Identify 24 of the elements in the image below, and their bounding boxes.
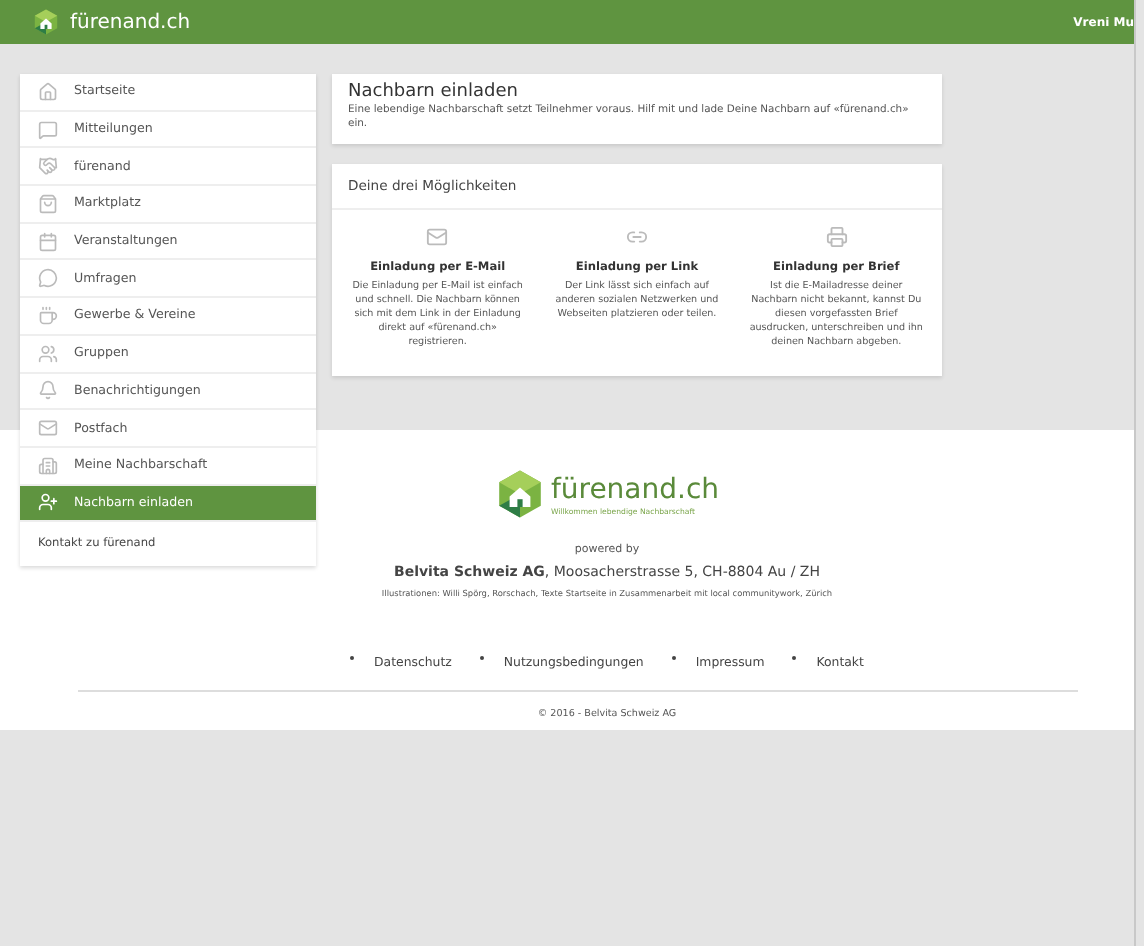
chat-icon [38,268,58,289]
logo-icon [32,8,60,36]
calendar-icon [38,231,58,252]
bullet-icon [792,655,797,660]
logo-text[interactable]: fürenand.ch [70,11,191,33]
footer-logo-text: fürenand.ch [550,473,720,505]
bullet-icon [479,655,484,660]
speech-bubble-icon [38,119,58,140]
bullet-icon [350,655,355,660]
link-icon[interactable] [625,226,648,249]
logo-icon [494,468,547,520]
handshake-icon [38,156,58,177]
buildings-icon [38,455,58,476]
envelope-icon [38,418,58,439]
bell-icon [38,380,58,401]
printer-icon[interactable] [825,226,848,249]
envelope-icon[interactable] [426,226,449,249]
bag-icon [38,193,58,214]
bullet-icon [671,655,676,660]
house-icon [38,81,58,102]
add-user-icon [38,492,58,513]
cup-icon [38,305,58,326]
people-icon [38,343,58,364]
page-title: Nachbarn einladen [348,82,520,102]
